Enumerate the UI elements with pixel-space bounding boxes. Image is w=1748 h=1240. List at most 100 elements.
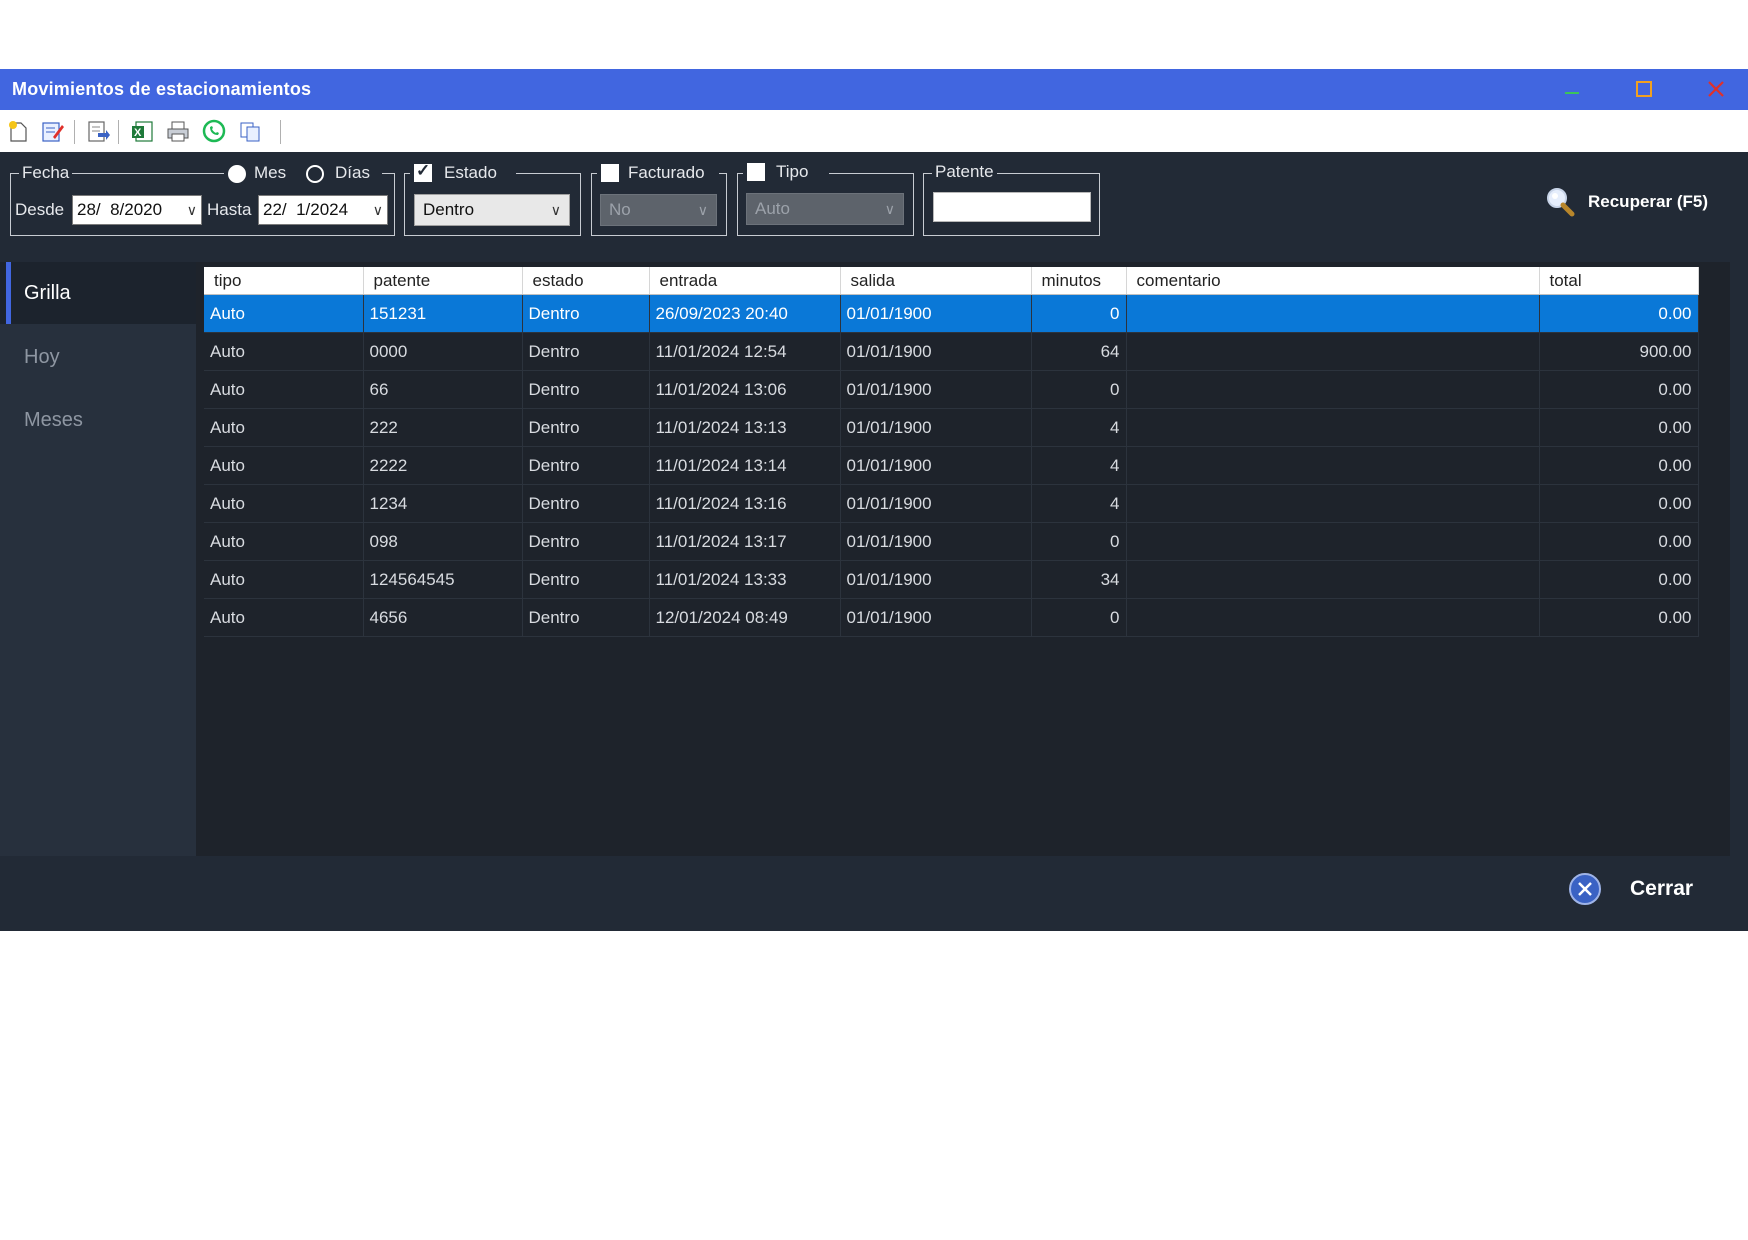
table-cell-comentario[interactable] xyxy=(1126,332,1540,371)
table-cell-comentario[interactable] xyxy=(1126,370,1540,409)
table-cell-salida[interactable]: 01/01/1900 xyxy=(840,408,1032,447)
table-row[interactable]: Auto 0000 Dentro 11/01/2024 12:54 01/01/1900… xyxy=(204,332,1699,371)
table-cell-estado[interactable]: Dentro xyxy=(522,332,650,371)
table-cell-entrada[interactable]: 11/01/2024 13:06 xyxy=(649,370,841,409)
sidebar-item-grilla[interactable]: Grilla xyxy=(0,262,196,324)
table-cell-minutos[interactable]: 4 xyxy=(1031,408,1127,447)
table-row[interactable]: Auto 4656 Dentro 12/01/2024 08:49 01/01/1900… xyxy=(204,598,1699,637)
mes-radio-wrap[interactable]: Mes xyxy=(224,163,306,183)
table-cell-salida[interactable]: 01/01/1900 xyxy=(840,294,1032,333)
table-row[interactable]: Auto 124564545 Dentro 11/01/2024 13:33 01/01… xyxy=(204,560,1699,599)
table-cell-entrada[interactable]: 11/01/2024 12:54 xyxy=(649,332,841,371)
table-cell-entrada[interactable]: 11/01/2024 13:13 xyxy=(649,408,841,447)
close-button[interactable] xyxy=(1696,73,1736,105)
table-row[interactable]: Auto 66 Dentro 11/01/2024 13:06 01/01/1900 0 0… xyxy=(204,370,1699,409)
chevron-down-icon[interactable]: ∨ xyxy=(373,196,383,224)
column-header-entrada[interactable]: entrada xyxy=(649,267,841,295)
sidebar-item-hoy[interactable]: Hoy xyxy=(0,326,196,388)
maximize-button[interactable] xyxy=(1624,73,1664,105)
tipo-combo[interactable]: Auto ∨ xyxy=(746,193,904,225)
whatsapp-button[interactable] xyxy=(200,117,228,145)
table-cell-estado[interactable]: Dentro xyxy=(522,294,650,333)
column-header-tipo[interactable]: tipo xyxy=(204,267,364,295)
table-cell-minutos[interactable]: 0 xyxy=(1031,522,1127,561)
table-cell-tipo[interactable]: Auto xyxy=(204,560,364,599)
table-cell-tipo[interactable]: Auto xyxy=(204,370,364,409)
table-cell-total[interactable]: 900.00 xyxy=(1539,332,1699,371)
table-cell-total[interactable]: 0.00 xyxy=(1539,560,1699,599)
new-button[interactable] xyxy=(4,117,32,145)
table-cell-estado[interactable]: Dentro xyxy=(522,446,650,485)
export-button[interactable] xyxy=(84,117,112,145)
table-cell-comentario[interactable] xyxy=(1126,408,1540,447)
patente-input[interactable] xyxy=(933,192,1091,222)
table-cell-patente[interactable]: 4656 xyxy=(363,598,523,637)
column-header-patente[interactable]: patente xyxy=(363,267,523,295)
column-header-salida[interactable]: salida xyxy=(840,267,1032,295)
mes-radio[interactable] xyxy=(228,165,246,183)
table-cell-minutos[interactable]: 0 xyxy=(1031,294,1127,333)
table-cell-patente[interactable]: 0000 xyxy=(363,332,523,371)
table-cell-salida[interactable]: 01/01/1900 xyxy=(840,560,1032,599)
table-cell-salida[interactable]: 01/01/1900 xyxy=(840,332,1032,371)
recuperar-button[interactable]: Recuperar (F5) xyxy=(1544,185,1724,219)
table-cell-minutos[interactable]: 0 xyxy=(1031,598,1127,637)
table-cell-estado[interactable]: Dentro xyxy=(522,370,650,409)
table-cell-salida[interactable]: 01/01/1900 xyxy=(840,370,1032,409)
table-cell-minutos[interactable]: 34 xyxy=(1031,560,1127,599)
table-row[interactable]: Auto 151231 Dentro 26/09/2023 20:40 01/01/19… xyxy=(204,294,1699,333)
table-cell-patente[interactable]: 66 xyxy=(363,370,523,409)
table-cell-entrada[interactable]: 12/01/2024 08:49 xyxy=(649,598,841,637)
table-cell-tipo[interactable]: Auto xyxy=(204,598,364,637)
table-cell-patente[interactable]: 098 xyxy=(363,522,523,561)
table-cell-total[interactable]: 0.00 xyxy=(1539,370,1699,409)
table-cell-total[interactable]: 0.00 xyxy=(1539,522,1699,561)
table-cell-estado[interactable]: Dentro xyxy=(522,598,650,637)
table-cell-total[interactable]: 0.00 xyxy=(1539,484,1699,523)
table-cell-patente[interactable]: 1234 xyxy=(363,484,523,523)
table-cell-tipo[interactable]: Auto xyxy=(204,522,364,561)
desde-date-picker[interactable]: 28/ 8/2020 ∨ xyxy=(72,195,202,225)
facturado-checkbox[interactable] xyxy=(601,164,619,182)
table-cell-estado[interactable]: Dentro xyxy=(522,408,650,447)
estado-checkbox[interactable] xyxy=(414,161,432,182)
table-cell-comentario[interactable] xyxy=(1126,560,1540,599)
table-cell-patente[interactable]: 2222 xyxy=(363,446,523,485)
table-cell-salida[interactable]: 01/01/1900 xyxy=(840,446,1032,485)
table-cell-estado[interactable]: Dentro xyxy=(522,522,650,561)
table-cell-patente[interactable]: 124564545 xyxy=(363,560,523,599)
table-row[interactable]: Auto 222 Dentro 11/01/2024 13:13 01/01/1900 4… xyxy=(204,408,1699,447)
table-cell-patente[interactable]: 222 xyxy=(363,408,523,447)
column-header-comentario[interactable]: comentario xyxy=(1126,267,1540,295)
table-cell-salida[interactable]: 01/01/1900 xyxy=(840,598,1032,637)
minimize-button[interactable] xyxy=(1552,73,1592,105)
table-cell-comentario[interactable] xyxy=(1126,484,1540,523)
print-button[interactable] xyxy=(164,117,192,145)
table-cell-tipo[interactable]: Auto xyxy=(204,446,364,485)
dias-radio-wrap[interactable]: Días xyxy=(300,163,382,183)
sidebar-item-meses[interactable]: Meses xyxy=(0,389,196,451)
table-row[interactable]: Auto 1234 Dentro 11/01/2024 13:16 01/01/1900… xyxy=(204,484,1699,523)
table-cell-total[interactable]: 0.00 xyxy=(1539,408,1699,447)
tipo-checkbox-wrap[interactable]: Tipo xyxy=(743,162,829,182)
facturado-checkbox-wrap[interactable]: Facturado xyxy=(597,163,719,183)
table-cell-comentario[interactable] xyxy=(1126,446,1540,485)
table-cell-entrada[interactable]: 26/09/2023 20:40 xyxy=(649,294,841,333)
table-cell-estado[interactable]: Dentro xyxy=(522,484,650,523)
column-header-total[interactable]: total xyxy=(1539,267,1699,295)
table-cell-minutos[interactable]: 4 xyxy=(1031,484,1127,523)
excel-button[interactable]: X xyxy=(128,117,156,145)
table-cell-comentario[interactable] xyxy=(1126,294,1540,333)
table-cell-tipo[interactable]: Auto xyxy=(204,408,364,447)
table-cell-salida[interactable]: 01/01/1900 xyxy=(840,522,1032,561)
table-cell-tipo[interactable]: Auto xyxy=(204,484,364,523)
estado-combo[interactable]: Dentro ∨ xyxy=(414,194,570,226)
column-header-estado[interactable]: estado xyxy=(522,267,650,295)
table-cell-minutos[interactable]: 64 xyxy=(1031,332,1127,371)
table-row[interactable]: Auto 2222 Dentro 11/01/2024 13:14 01/01/1900… xyxy=(204,446,1699,485)
tipo-checkbox[interactable] xyxy=(747,163,765,181)
chevron-down-icon[interactable]: ∨ xyxy=(698,195,708,225)
table-row[interactable]: Auto 098 Dentro 11/01/2024 13:17 01/01/1900 0… xyxy=(204,522,1699,561)
table-cell-entrada[interactable]: 11/01/2024 13:33 xyxy=(649,560,841,599)
chevron-down-icon[interactable]: ∨ xyxy=(551,195,561,225)
